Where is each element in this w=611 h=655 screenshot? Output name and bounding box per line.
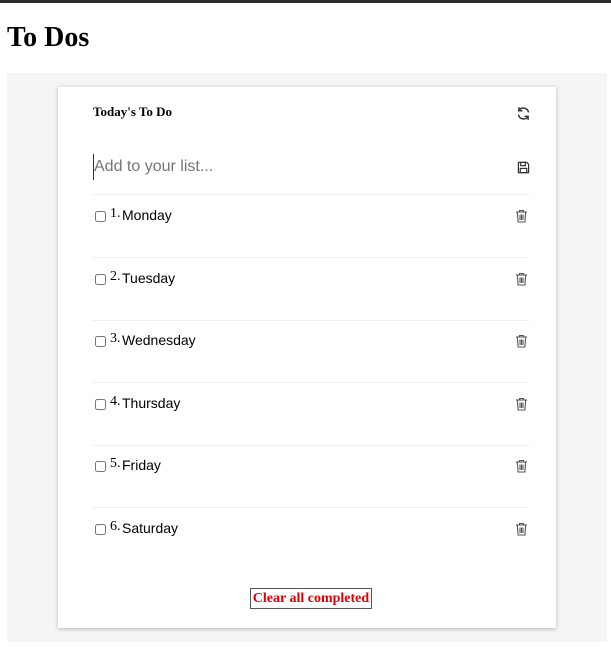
divider [93,382,529,383]
item-label: Tuesday [122,270,176,286]
list-item: 3. Wednesday [93,327,529,357]
complete-checkbox[interactable] [95,399,106,410]
list-item: 6. Saturday [93,515,529,545]
divider [93,194,529,195]
item-label: Saturday [122,520,179,536]
add-item-input[interactable] [93,154,484,180]
save-button[interactable] [515,159,531,175]
complete-checkbox[interactable] [95,524,106,535]
trash-icon[interactable] [515,209,531,225]
item-number: 6. [110,519,121,534]
trash-icon[interactable] [515,522,531,538]
refresh-button[interactable] [515,105,531,121]
item-number: 4. [110,394,121,409]
todo-panel: Today's To Do 1.Monday 2.Tuesday 3.Wednesd… [7,73,607,642]
trash-icon[interactable] [515,334,531,350]
trash-icon[interactable] [515,272,531,288]
list-item: 2. Tuesday [93,265,529,295]
item-number: 5. [110,456,121,471]
list-item: 4. Thursday [93,390,529,420]
todo-card: Today's To Do 1.Monday 2.Tuesday 3.Wednesd… [58,87,556,628]
item-label: Monday [122,207,172,223]
divider [93,507,529,508]
list-item: 1. Monday [93,202,529,232]
refresh-icon [517,106,529,120]
page-title: To Dos [7,22,90,53]
item-number: 3. [110,331,121,346]
top-border [0,0,611,3]
save-icon [517,161,529,173]
item-number: 1. [110,206,121,221]
item-label: Wednesday [122,332,196,348]
trash-icon[interactable] [515,459,531,475]
clear-completed-button[interactable]: Clear all completed [250,588,372,609]
complete-checkbox[interactable] [95,211,106,222]
item-label: Friday [122,457,161,473]
trash-icon[interactable] [515,397,531,413]
card-title: Today's To Do [93,104,173,119]
divider [93,320,529,321]
list-item: 5. Friday [93,452,529,482]
item-number: 2. [110,269,121,284]
complete-checkbox[interactable] [95,274,106,285]
complete-checkbox[interactable] [95,336,106,347]
item-label: Thursday [122,395,181,411]
divider [93,257,529,258]
divider [93,445,529,446]
complete-checkbox[interactable] [95,461,106,472]
